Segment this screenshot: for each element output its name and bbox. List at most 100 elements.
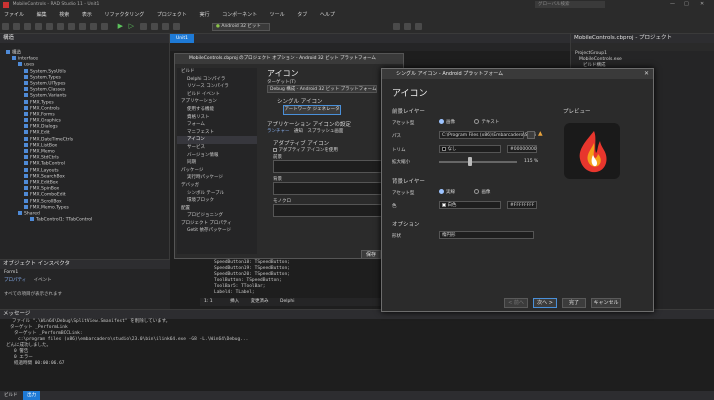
options-tree-item[interactable]: Delphi コンパイラ	[177, 76, 257, 84]
options-tree-item[interactable]: プロジェクト プロパティ	[177, 220, 257, 228]
open-project-icon[interactable]	[68, 23, 75, 30]
pause-icon[interactable]	[139, 23, 147, 30]
tab-launcher[interactable]: ランチャー	[267, 129, 289, 134]
save-icon[interactable]	[24, 23, 31, 30]
open-icon[interactable]	[13, 23, 20, 30]
foreground-field[interactable]	[273, 160, 385, 173]
menu-edit[interactable]: 編集	[37, 12, 47, 18]
shape-select[interactable]: 楕円形	[439, 231, 534, 239]
options-tree-item[interactable]: リソース コンパイラ	[177, 83, 257, 91]
background-field[interactable]	[273, 182, 385, 195]
component-select[interactable]: Form1	[0, 269, 170, 277]
menu-file[interactable]: ファイル	[4, 12, 24, 18]
tab-notification[interactable]: 通知	[294, 129, 303, 134]
scale-slider-thumb[interactable]	[468, 157, 473, 166]
run-icon[interactable]: ▶	[118, 22, 123, 30]
tree-item[interactable]: TabControl1: TTabControl	[6, 217, 169, 223]
trace-into-icon[interactable]	[172, 23, 180, 30]
options-tree-item[interactable]: サービス	[177, 144, 257, 152]
remove-file-icon[interactable]	[90, 23, 97, 30]
unit-icon	[24, 124, 28, 129]
path-input[interactable]: C:\Program Files (x86)\Embarcadero\Studi	[439, 131, 536, 139]
tab-build[interactable]: ビルド	[0, 391, 22, 400]
cancel-button[interactable]: キャンセル	[591, 298, 621, 308]
redo-icon[interactable]	[57, 23, 64, 30]
stop-icon[interactable]	[150, 23, 158, 30]
new-icon[interactable]	[2, 23, 9, 30]
options-tree-item[interactable]: 同期	[177, 159, 257, 167]
menu-run[interactable]: 実行	[199, 12, 209, 18]
menu-search[interactable]: 検索	[59, 12, 69, 18]
color-select[interactable]: 白色	[439, 201, 501, 209]
tab-properties[interactable]: プロパティ	[4, 278, 26, 283]
step-over-icon[interactable]	[161, 23, 169, 30]
build-config-icon[interactable]	[404, 23, 412, 30]
options-tree-item[interactable]: アプリケーション	[177, 98, 257, 106]
save-button[interactable]: 保存	[361, 250, 381, 258]
menu-view[interactable]: 表示	[82, 12, 92, 18]
finish-button[interactable]: 完了	[562, 298, 586, 308]
options-tree-item[interactable]: フォーム	[177, 121, 257, 129]
color-label: 色	[392, 204, 397, 209]
options-tree-item[interactable]: 環境ブロック	[177, 197, 257, 205]
use-adaptive-checkbox[interactable]	[273, 147, 277, 152]
dialog-close-icon[interactable]: ✕	[644, 70, 649, 77]
tab-unit1[interactable]: Unit1	[170, 34, 195, 43]
menu-component[interactable]: コンポーネント	[222, 12, 257, 18]
maximize-button[interactable]: □	[684, 1, 689, 7]
save-all-icon[interactable]	[35, 23, 42, 30]
fg-image-radio[interactable]	[439, 119, 444, 124]
options-tree-item[interactable]: バージョン情報	[177, 152, 257, 160]
menu-tabs[interactable]: タブ	[297, 12, 307, 18]
tree-item-label: FMX.DateTimeCtrls	[30, 137, 74, 143]
options-icon[interactable]	[101, 23, 108, 30]
next-button[interactable]: 次へ >	[533, 298, 557, 308]
bg-solid-radio[interactable]	[439, 189, 444, 194]
menu-refactor[interactable]: リファクタリング	[104, 12, 144, 18]
options-tree-item[interactable]: 実行時パッケージ	[177, 174, 257, 182]
options-tree-item[interactable]: マニフェスト	[177, 129, 257, 137]
editor-statusbar: 1: 1 挿入 変更済み Delphi	[200, 298, 390, 306]
options-tree-item[interactable]: Getit 依存パッケージ	[177, 227, 257, 235]
minimize-button[interactable]: —	[670, 1, 675, 7]
tree-item-label: System.Types	[30, 75, 61, 81]
options-tree-item[interactable]: ビルド イベント	[177, 91, 257, 99]
undo-icon[interactable]	[46, 23, 53, 30]
options-tree-item[interactable]: 使用する機能	[177, 106, 257, 114]
scale-slider[interactable]	[439, 161, 517, 163]
monochrome-field[interactable]	[273, 204, 385, 217]
menu-project[interactable]: プロジェクト	[157, 12, 187, 18]
trim-select[interactable]: なし	[439, 145, 501, 153]
close-button[interactable]: ✕	[700, 1, 704, 7]
fg-text-radio[interactable]	[474, 119, 480, 124]
options-tree-item[interactable]: ビルド	[177, 68, 257, 76]
options-tree-item[interactable]: デバッガ	[177, 182, 257, 190]
menu-tools[interactable]: ツール	[270, 12, 285, 18]
artwork-generator-button[interactable]: アートワーク ジェネレータ	[283, 105, 341, 115]
project-panel-title: MobileControls.cbproj - プロジェクト	[571, 34, 714, 43]
tab-output[interactable]: 出力	[23, 391, 41, 400]
browse-folder-icon[interactable]	[527, 131, 535, 139]
options-tree-item[interactable]: パッケージ	[177, 167, 257, 175]
tab-events[interactable]: イベント	[34, 278, 52, 283]
language-select[interactable]: Delphi	[280, 299, 294, 304]
code-area[interactable]: SpeedButton17: TSpeedButton; SpeedButton…	[214, 254, 374, 296]
bg-image-radio[interactable]	[474, 189, 480, 194]
tab-splash[interactable]: スプラッシュ画面	[307, 129, 343, 134]
back-button[interactable]: < 前へ	[504, 298, 528, 308]
options-tree-item[interactable]: シンボル テーブル	[177, 190, 257, 198]
global-search-input[interactable]: グローバル検索	[535, 1, 605, 8]
menu-help[interactable]: ヘルプ	[320, 12, 335, 18]
options-tree-item[interactable]: アイコン	[177, 136, 257, 144]
layout-icon[interactable]	[415, 23, 423, 30]
options-tree-item[interactable]: 資格リスト	[177, 114, 257, 122]
options-tree-item[interactable]: 配置	[177, 205, 257, 213]
trim-color-input[interactable]: #00000000	[507, 145, 537, 153]
platform-select[interactable]: ● Android 32 ビット	[212, 23, 270, 31]
options-tree-item[interactable]: プロビジョニング	[177, 212, 257, 220]
device-icon[interactable]	[393, 23, 401, 30]
add-file-icon[interactable]	[79, 23, 86, 30]
target-select[interactable]: Debug 構成 - Android 32 ビット プラットフォーム	[267, 85, 377, 93]
color-hex-input[interactable]: #FFFFFFFF	[507, 201, 537, 209]
run-without-debug-icon[interactable]: ▷	[129, 22, 134, 30]
